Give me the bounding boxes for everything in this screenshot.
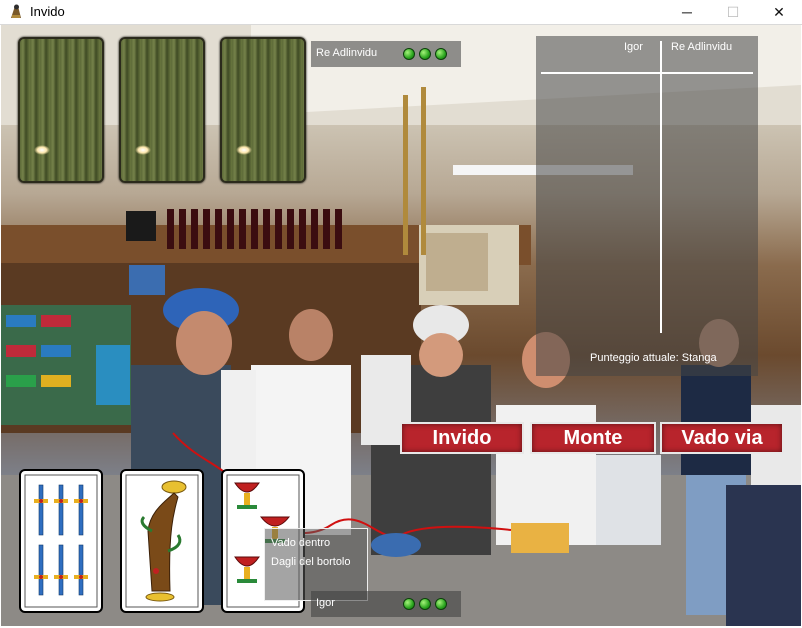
score-column-opponent: Re Adlinvidu bbox=[671, 41, 733, 53]
menu-item-dagli-del-bortolo[interactable]: Dagli del bortolo bbox=[271, 556, 351, 568]
turn-indicator-icon bbox=[403, 598, 415, 610]
monte-button[interactable]: Monte bbox=[530, 422, 656, 454]
scoreboard: Igor Re Adlinvidu Punteggio attuale: Sta… bbox=[536, 36, 758, 376]
swords-suit-icon bbox=[24, 474, 98, 608]
turn-indicator-icon bbox=[419, 48, 431, 60]
game-table: Re Adlinvidu Igor Re Adlinvidu Punteggio… bbox=[1, 25, 801, 626]
turn-indicator-icon bbox=[435, 48, 447, 60]
player-name: Igor bbox=[316, 597, 335, 609]
player-name-panel: Igor bbox=[311, 591, 461, 617]
menu-item-vado-dentro[interactable]: Vado dentro bbox=[271, 537, 330, 549]
score-divider-horizontal bbox=[541, 72, 753, 74]
turn-indicator-icon bbox=[419, 598, 431, 610]
opponent-name-panel: Re Adlinvidu bbox=[311, 41, 461, 67]
invido-button[interactable]: Invido bbox=[400, 422, 524, 454]
maximize-button[interactable]: ☐ bbox=[710, 0, 756, 24]
opponent-card-back bbox=[220, 37, 306, 183]
hand-card-6-spade[interactable] bbox=[19, 469, 103, 613]
turn-indicator-icon bbox=[403, 48, 415, 60]
opponent-card-back bbox=[18, 37, 104, 183]
game-app-icon bbox=[11, 4, 21, 18]
close-button[interactable]: ✕ bbox=[756, 0, 802, 24]
current-score-status: Punteggio attuale: Stanga bbox=[590, 352, 717, 364]
hand-card-1-bastoni[interactable] bbox=[120, 469, 204, 613]
club-suit-icon bbox=[125, 474, 199, 608]
window-titlebar: Invido ─ ☐ ✕ bbox=[0, 0, 802, 25]
opponent-card-back bbox=[119, 37, 205, 183]
turn-indicator-icon bbox=[435, 598, 447, 610]
minimize-button[interactable]: ─ bbox=[664, 0, 710, 24]
window-title: Invido bbox=[30, 4, 65, 19]
vado-via-button[interactable]: Vado via bbox=[660, 422, 784, 454]
score-divider-vertical bbox=[660, 41, 662, 333]
opponent-name: Re Adlinvidu bbox=[316, 47, 378, 59]
score-column-player: Igor bbox=[624, 41, 643, 53]
